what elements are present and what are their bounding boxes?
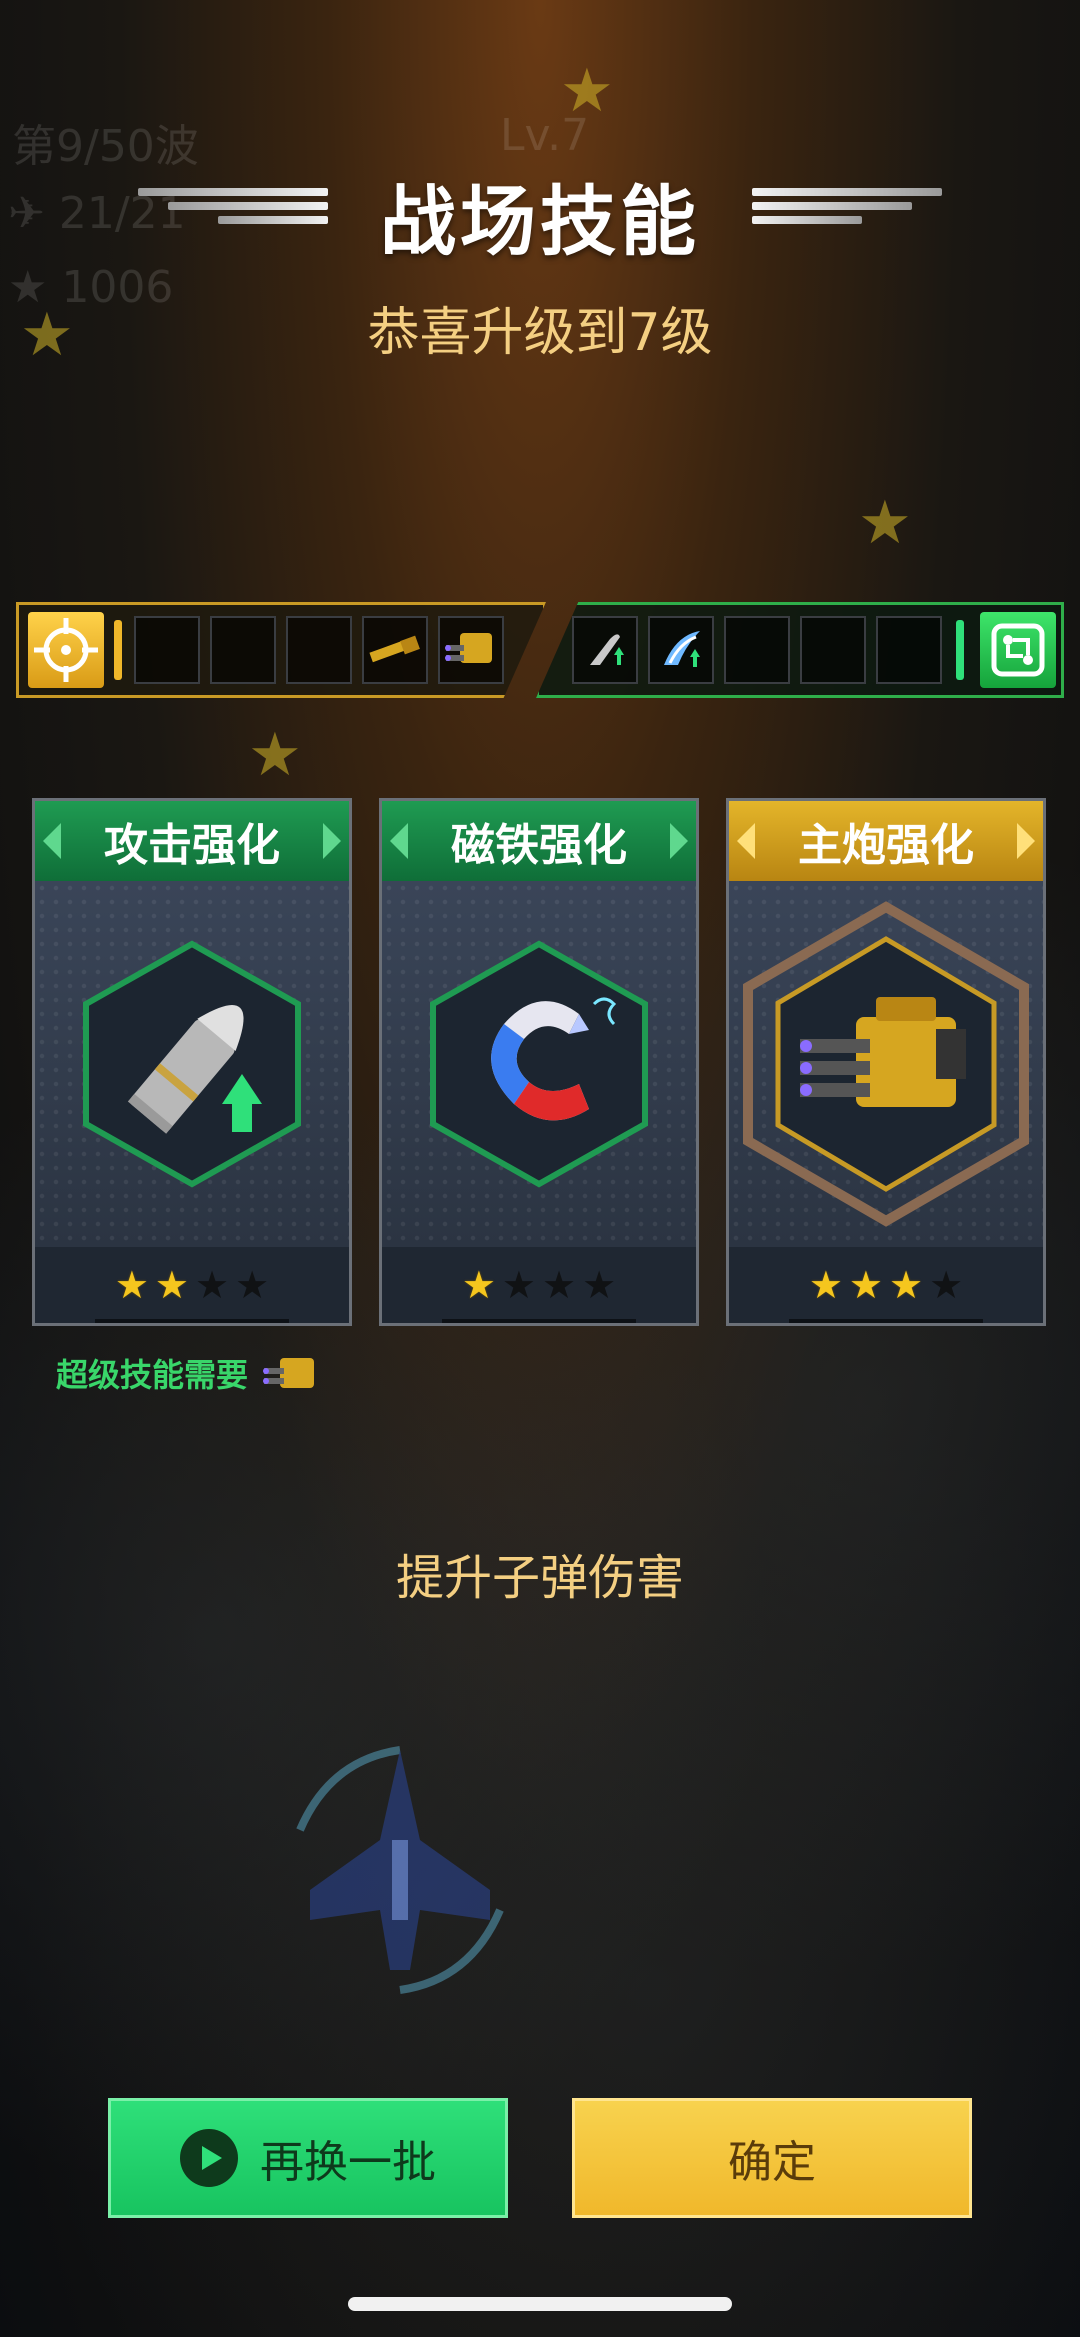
- star-icon: ★: [154, 1263, 189, 1307]
- confirm-button-label: 确定: [728, 2137, 816, 2188]
- star-rating: ★ ★ ★ ★: [729, 1247, 1043, 1323]
- play-icon: [180, 2129, 238, 2187]
- main-slot-4: [362, 616, 428, 684]
- card-foot-bar: [789, 1319, 983, 1323]
- star-icon: ★: [114, 1263, 149, 1307]
- skill-description: 提升子弹伤害: [395, 1550, 684, 1606]
- star-empty-icon: ★: [235, 1263, 270, 1307]
- refresh-button-label: 再换一批: [260, 2137, 436, 2188]
- star-empty-icon: ★: [501, 1263, 536, 1307]
- bg-star-icon: ★: [560, 56, 614, 126]
- main-slot-3: [286, 616, 352, 684]
- star-icon: ★: [461, 1263, 496, 1307]
- star-icon: ★: [889, 1263, 924, 1307]
- bullet-up-icon: [590, 634, 624, 665]
- sub-slot-1: [572, 616, 638, 684]
- bg-star-icon: ★: [248, 720, 302, 790]
- crosshair-icon: [34, 618, 98, 682]
- circuit-settings-icon: [991, 623, 1045, 677]
- sub-slot-5: [876, 616, 942, 684]
- settings-button[interactable]: [980, 612, 1056, 688]
- skill-slot-bar: [16, 602, 1064, 698]
- crosshair-button[interactable]: [28, 612, 104, 688]
- card-title: 主炮强化: [729, 801, 1043, 881]
- sub-slot-4: [800, 616, 866, 684]
- player-ship: [296, 1746, 504, 1994]
- star-empty-icon: ★: [929, 1263, 964, 1307]
- card-foot-bar: [95, 1319, 289, 1323]
- main-slot-2: [210, 616, 276, 684]
- gold-cannon-icon: [369, 635, 420, 663]
- refresh-button[interactable]: 再换一批: [108, 2098, 508, 2218]
- skill-card-attack[interactable]: 攻击强化 ★ ★ ★ ★: [32, 798, 352, 1326]
- bullet-upgrade-icon: [83, 940, 301, 1188]
- super-skill-requirement: 超级技能需要: [56, 1348, 320, 1398]
- gatling-turret-icon: [445, 633, 492, 663]
- requirement-label: 超级技能需要: [56, 1356, 249, 1394]
- blue-wing-icon: [664, 631, 700, 667]
- star-rating: ★ ★ ★ ★: [382, 1247, 696, 1323]
- bg-star-icon: ★: [858, 488, 912, 558]
- star-icon: ★: [848, 1263, 883, 1307]
- gatling-turret-icon: [263, 1358, 315, 1388]
- star-empty-icon: ★: [195, 1263, 230, 1307]
- skill-card-magnet[interactable]: 磁铁强化 ★ ★ ★ ★: [379, 798, 699, 1326]
- gold-divider: [114, 620, 122, 680]
- confirm-button[interactable]: 确定: [572, 2098, 972, 2218]
- green-divider: [956, 620, 964, 680]
- main-slot-1: [134, 616, 200, 684]
- main-slot-5: [438, 616, 504, 684]
- star-empty-icon: ★: [542, 1263, 577, 1307]
- sub-slot-2: [648, 616, 714, 684]
- star-icon: ★: [808, 1263, 843, 1307]
- right-wing-ornament: [752, 188, 942, 238]
- star-empty-icon: ★: [582, 1263, 617, 1307]
- home-indicator[interactable]: [348, 2297, 732, 2311]
- magnet-icon: [430, 940, 648, 1188]
- card-art: [35, 881, 349, 1247]
- card-foot-bar: [442, 1319, 636, 1323]
- sub-slot-3: [724, 616, 790, 684]
- gatling-turret-icon: [743, 901, 1029, 1227]
- card-title: 攻击强化: [35, 801, 349, 881]
- title-banner: 战场技能: [0, 150, 1080, 270]
- card-title: 磁铁强化: [382, 801, 696, 881]
- star-rating: ★ ★ ★ ★: [35, 1247, 349, 1323]
- card-art: [729, 881, 1043, 1247]
- level-up-message: 恭喜升级到7级: [367, 303, 713, 363]
- skill-card-main-cannon[interactable]: 主炮强化 ★ ★ ★ ★: [726, 798, 1046, 1326]
- card-art: [382, 881, 696, 1247]
